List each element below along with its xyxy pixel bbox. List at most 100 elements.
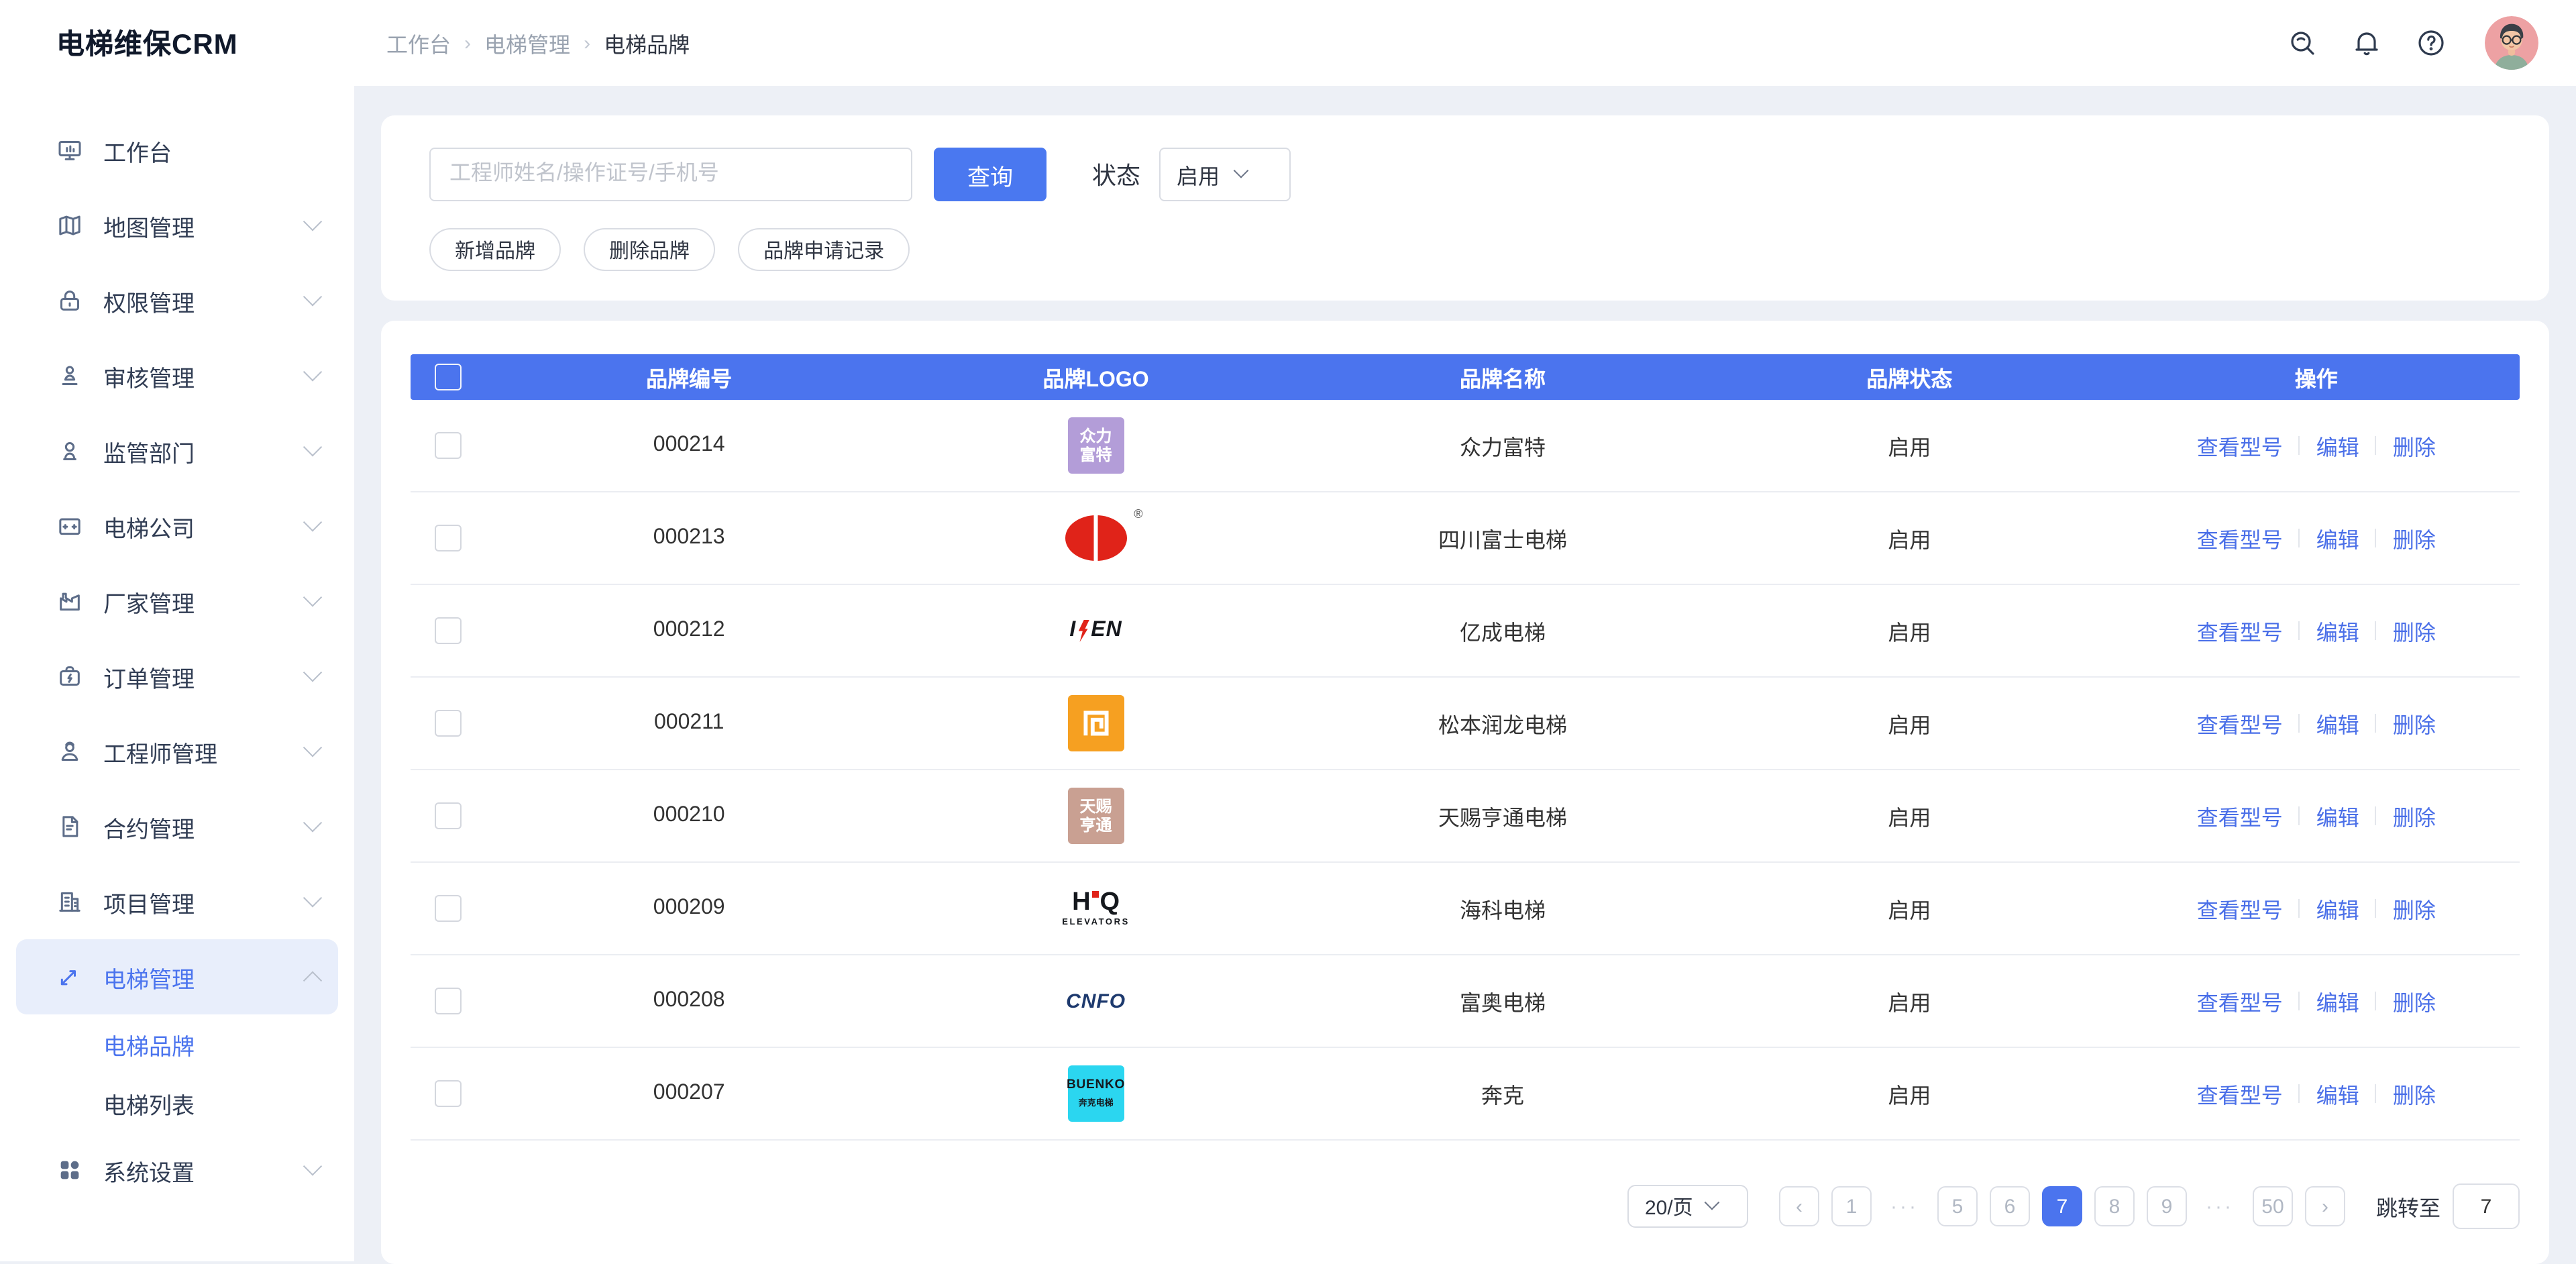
action-link-delete[interactable]: 删除 bbox=[2393, 429, 2436, 462]
sidebar-subitem-elevator-list[interactable]: 电梯列表 bbox=[16, 1073, 338, 1133]
sidebar-nav: 工作台地图管理权限管理审核管理监管部门电梯公司厂家管理订单管理工程师管理合约管理… bbox=[0, 86, 354, 1208]
action-link-view-models[interactable]: 查看型号 bbox=[2197, 800, 2283, 832]
page-button-9[interactable]: 9 bbox=[2147, 1186, 2187, 1226]
row-actions-cell: 查看型号编辑 删除 bbox=[2113, 1077, 2520, 1110]
sidebar-item-project[interactable]: 项目管理 bbox=[16, 864, 338, 939]
row-checkbox[interactable] bbox=[435, 617, 462, 644]
status-label: 状态 bbox=[1092, 157, 1140, 192]
sidebar-item-map[interactable]: 地图管理 bbox=[16, 188, 338, 263]
help-icon[interactable] bbox=[2415, 27, 2447, 59]
sidebar-item-audit[interactable]: 审核管理 bbox=[16, 338, 338, 413]
jump-to-input[interactable] bbox=[2453, 1183, 2520, 1229]
breadcrumb-separator: › bbox=[584, 32, 590, 54]
page-button-1[interactable]: 1 bbox=[1831, 1186, 1872, 1226]
brand-logo: HQELEVATORS bbox=[1062, 890, 1130, 928]
status-select[interactable]: 启用 bbox=[1159, 148, 1291, 201]
sidebar-item-factory[interactable]: 厂家管理 bbox=[16, 564, 338, 639]
sidebar-item-regulator[interactable]: 监管部门 bbox=[16, 413, 338, 488]
header-checkbox-cell bbox=[411, 364, 486, 390]
sidebar-item-engineer[interactable]: 工程师管理 bbox=[16, 714, 338, 789]
contract-icon bbox=[56, 813, 83, 840]
page-button-50[interactable]: 50 bbox=[2253, 1186, 2293, 1226]
brand-status-cell: 启用 bbox=[1706, 707, 2112, 739]
status-select-value: 启用 bbox=[1177, 158, 1220, 191]
sidebar-item-label: 地图管理 bbox=[103, 209, 195, 242]
sidebar-item-company[interactable]: 电梯公司 bbox=[16, 488, 338, 564]
breadcrumb-item[interactable]: 工作台 bbox=[386, 27, 451, 59]
row-checkbox[interactable] bbox=[435, 802, 462, 829]
action-link-edit[interactable]: 编辑 bbox=[2316, 707, 2359, 739]
action-link-edit[interactable]: 编辑 bbox=[2316, 429, 2359, 462]
row-checkbox[interactable] bbox=[435, 988, 462, 1014]
row-actions-cell: 查看型号 编辑 删除 bbox=[2113, 522, 2520, 554]
row-checkbox[interactable] bbox=[435, 710, 462, 737]
action-divider bbox=[2375, 992, 2377, 1010]
action-link-edit[interactable]: 编辑 bbox=[2316, 615, 2359, 647]
action-link-view-models[interactable]: 查看型号 bbox=[2197, 429, 2283, 462]
sidebar-subitem-elevator-brand[interactable]: 电梯品牌 bbox=[16, 1014, 338, 1073]
toolbar-button[interactable]: 品牌申请记录 bbox=[738, 228, 910, 271]
page-button-5[interactable]: 5 bbox=[1937, 1186, 1978, 1226]
table-row: 000213®四川富士电梯启用查看型号编辑删除 bbox=[411, 492, 2520, 585]
nav-prev-button[interactable]: ‹ bbox=[1779, 1186, 1819, 1226]
avatar[interactable] bbox=[2485, 16, 2538, 70]
action-link-edit[interactable]: 编辑 bbox=[2316, 800, 2359, 832]
sidebar-item-contract[interactable]: 合约管理 bbox=[16, 789, 338, 864]
toolbar-button[interactable]: 删除品牌 bbox=[584, 228, 715, 271]
row-checkbox[interactable] bbox=[435, 1080, 462, 1107]
brand-status-cell: 启用 bbox=[1706, 429, 2112, 462]
content-area: 查询 状态 启用 新增品牌删除品牌品牌申请记录 品牌编号品牌LOGO品牌名称品牌… bbox=[354, 86, 2576, 1264]
action-link-edit[interactable]: 编辑 bbox=[2316, 985, 2359, 1017]
sidebar-item-workbench[interactable]: 工作台 bbox=[16, 113, 338, 188]
action-link-view-models[interactable]: 查看型号 bbox=[2197, 985, 2283, 1017]
action-link-delete[interactable]: 删除 bbox=[2393, 1077, 2436, 1110]
row-checkbox[interactable] bbox=[435, 895, 462, 922]
action-link-delete[interactable]: 删除 bbox=[2393, 800, 2436, 832]
page-size-select[interactable]: 20/页 bbox=[1627, 1185, 1748, 1228]
action-link-view-models[interactable]: 查看型号 bbox=[2197, 615, 2283, 647]
table-row: 000209HQELEVATORS海科电梯启用查看型号编辑删除 bbox=[411, 863, 2520, 955]
toolbar-button[interactable]: 新增品牌 bbox=[429, 228, 561, 271]
action-link-delete[interactable]: 删除 bbox=[2393, 522, 2436, 554]
brand-logo-cell: HQELEVATORS bbox=[892, 890, 1299, 928]
brand-status-cell: 启用 bbox=[1706, 985, 2112, 1017]
action-link-edit[interactable]: 编辑 bbox=[2316, 1077, 2359, 1110]
action-divider bbox=[2375, 806, 2377, 825]
sidebar-item-settings[interactable]: 系统设置 bbox=[16, 1133, 338, 1208]
action-divider bbox=[2299, 714, 2300, 733]
keyword-input[interactable] bbox=[429, 148, 912, 201]
row-checkbox[interactable] bbox=[435, 525, 462, 551]
action-divider bbox=[2375, 436, 2377, 455]
page-button-6[interactable]: 6 bbox=[1990, 1186, 2030, 1226]
nav-next-button[interactable]: › bbox=[2305, 1186, 2345, 1226]
brand-logo-letter: H bbox=[1072, 890, 1090, 915]
page-button-7[interactable]: 7 bbox=[2042, 1186, 2082, 1226]
notification-bell-icon[interactable] bbox=[2351, 27, 2383, 59]
factory-icon bbox=[56, 588, 83, 615]
sidebar: 电梯维保CRM 工作台地图管理权限管理审核管理监管部门电梯公司厂家管理订单管理工… bbox=[0, 0, 354, 1261]
action-link-view-models[interactable]: 查看型号 bbox=[2197, 522, 2283, 554]
row-checkbox-cell bbox=[411, 988, 486, 1014]
breadcrumb-item[interactable]: 电梯管理 bbox=[484, 27, 570, 59]
action-link-view-models[interactable]: 查看型号 bbox=[2197, 892, 2283, 925]
action-link-edit[interactable]: 编辑 bbox=[2316, 892, 2359, 925]
select-all-checkbox[interactable] bbox=[435, 364, 462, 390]
search-icon[interactable] bbox=[2286, 27, 2318, 59]
sidebar-item-permission[interactable]: 权限管理 bbox=[16, 263, 338, 338]
sidebar-item-elevator[interactable]: 电梯管理 bbox=[16, 939, 338, 1014]
action-link-edit[interactable]: 编辑 bbox=[2316, 522, 2359, 554]
sidebar-item-order[interactable]: 订单管理 bbox=[16, 639, 338, 714]
action-link-view-models[interactable]: 查看型号 bbox=[2197, 707, 2283, 739]
search-button[interactable]: 查询 bbox=[934, 148, 1046, 201]
table-row: 000212IEN亿成电梯启用查看型号编辑删除 bbox=[411, 585, 2520, 678]
action-link-delete[interactable]: 删除 bbox=[2393, 615, 2436, 647]
brand-logo-text: BUENKO bbox=[1067, 1078, 1125, 1094]
action-link-delete[interactable]: 删除 bbox=[2393, 892, 2436, 925]
action-link-delete[interactable]: 删除 bbox=[2393, 707, 2436, 739]
page-button-8[interactable]: 8 bbox=[2094, 1186, 2135, 1226]
action-link-delete[interactable]: 删除 bbox=[2393, 985, 2436, 1017]
row-checkbox[interactable] bbox=[435, 432, 462, 459]
chevron-down-icon bbox=[303, 437, 322, 456]
row-actions-cell: 查看型号 编辑 删除 bbox=[2113, 615, 2520, 647]
action-link-view-models[interactable]: 查看型号 bbox=[2197, 1077, 2283, 1110]
